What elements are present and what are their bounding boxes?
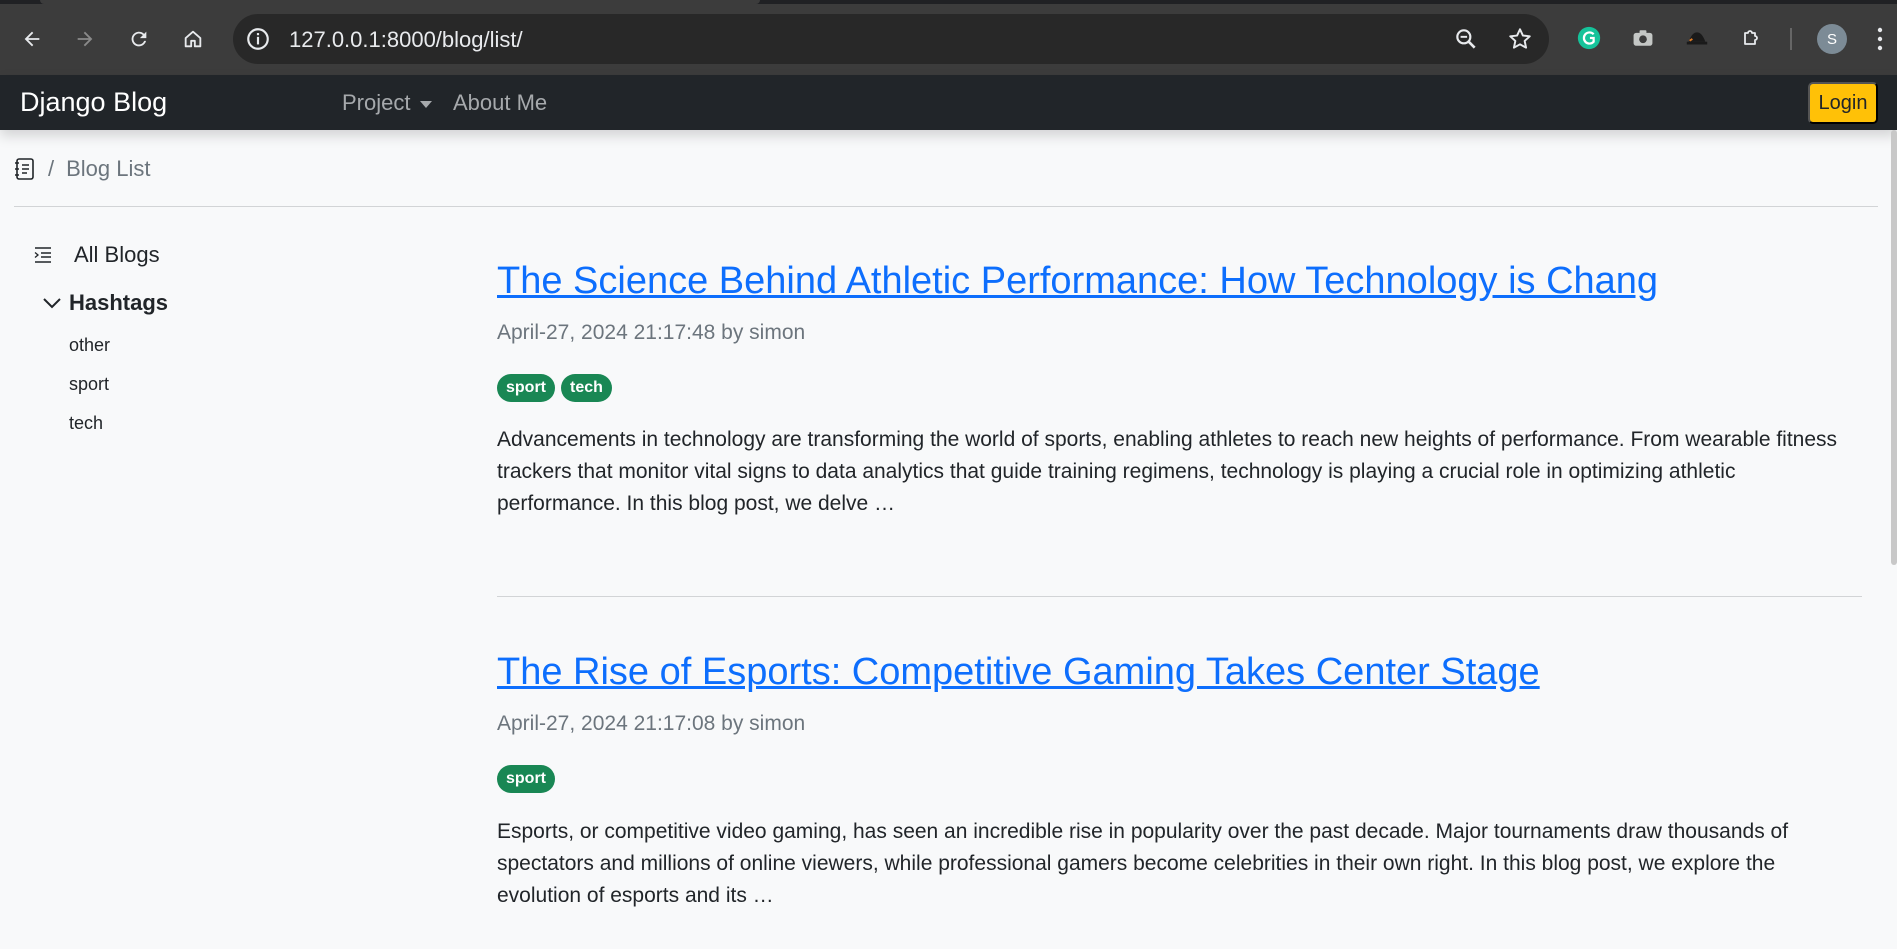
tag-badge[interactable]: tech	[561, 374, 612, 402]
address-bar[interactable]: 127.0.0.1:8000/blog/list/	[233, 14, 1549, 64]
zoom-icon[interactable]	[1453, 26, 1479, 52]
forward-icon[interactable]	[68, 22, 102, 56]
reload-icon[interactable]	[122, 22, 156, 56]
sidebar-hashtags-title: Hashtags	[69, 290, 169, 315]
post-title-link[interactable]: The Rise of Esports: Competitive Gaming …	[497, 651, 1862, 694]
caret-down-icon[interactable]	[420, 101, 432, 108]
journal-icon[interactable]	[14, 157, 36, 181]
brand-link[interactable]: Django Blog	[20, 87, 167, 118]
list-indent-icon	[34, 247, 51, 263]
hat-extension-icon[interactable]	[1683, 24, 1711, 52]
tab-strip	[0, 0, 1897, 4]
tag-badge[interactable]: sport	[497, 374, 555, 402]
profile-initial: S	[1826, 30, 1837, 48]
grammarly-extension-icon[interactable]	[1575, 24, 1603, 52]
post-tags: sport	[497, 765, 561, 793]
browser-menu-icon[interactable]	[1875, 26, 1885, 52]
sidebar-hashtags-toggle[interactable]: Hashtags	[42, 290, 168, 316]
divider	[14, 206, 1878, 207]
breadcrumb-separator: /	[48, 156, 55, 181]
post-meta: April-27, 2024 21:17:08 by simon	[497, 712, 806, 735]
breadcrumb-current: Blog List	[66, 156, 151, 181]
post-meta: April-27, 2024 21:17:48 by simon	[497, 321, 806, 344]
toolbar-separator	[1790, 28, 1792, 50]
bookmark-star-icon[interactable]	[1507, 26, 1533, 52]
sidebar-all-blogs-label: All Blogs	[74, 242, 160, 267]
blog-post: The Science Behind Athletic Performance:…	[497, 260, 1862, 515]
url-text[interactable]: 127.0.0.1:8000/blog/list/	[289, 27, 523, 53]
sidebar-all-blogs[interactable]: All Blogs	[33, 242, 160, 268]
post-tags: sport tech	[497, 374, 618, 402]
sidebar-tag-tech[interactable]: tech	[69, 413, 103, 434]
tag-badge[interactable]: sport	[497, 765, 555, 793]
post-title-link[interactable]: The Science Behind Athletic Performance:…	[497, 260, 1862, 303]
scrollbar[interactable]	[1891, 130, 1897, 565]
active-tab[interactable]	[40, 0, 760, 4]
camera-extension-icon[interactable]	[1629, 24, 1657, 52]
browser-toolbar: 127.0.0.1:8000/blog/list/ S	[0, 0, 1897, 75]
chevron-down-icon	[43, 298, 61, 309]
site-navbar: Django Blog Project About Me Login	[0, 75, 1897, 130]
extensions-puzzle-icon[interactable]	[1737, 24, 1765, 52]
sidebar-tag-sport[interactable]: sport	[69, 374, 109, 395]
profile-avatar[interactable]: S	[1817, 24, 1847, 54]
post-excerpt: Advancements in technology are transform…	[497, 428, 1838, 515]
breadcrumb: / Blog List	[14, 154, 151, 184]
home-icon[interactable]	[176, 22, 210, 56]
back-icon[interactable]	[15, 22, 49, 56]
login-button[interactable]: Login	[1808, 82, 1878, 124]
site-info-icon[interactable]	[245, 26, 271, 52]
post-excerpt: Esports, or competitive video gaming, ha…	[497, 820, 1789, 907]
blog-post: The Rise of Esports: Competitive Gaming …	[497, 651, 1862, 907]
post-divider	[497, 596, 1862, 597]
nav-about-link[interactable]: About Me	[453, 90, 547, 116]
nav-project-dropdown[interactable]: Project	[342, 90, 410, 116]
sidebar-tag-other[interactable]: other	[69, 335, 110, 356]
